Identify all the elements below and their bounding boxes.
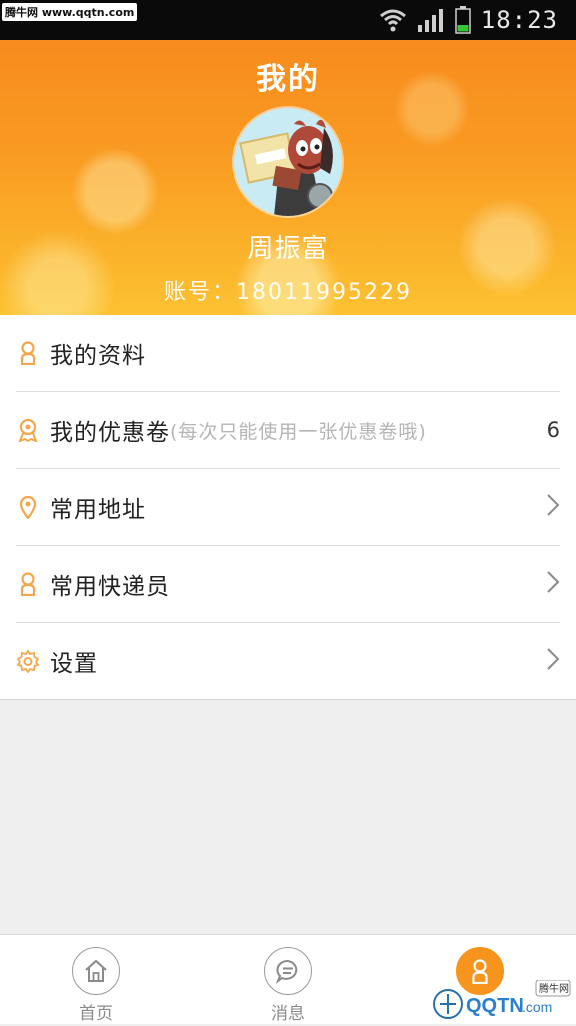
- location-pin-icon: [16, 495, 40, 519]
- chevron-right-icon: [546, 647, 560, 675]
- nav-label: 首页: [79, 1004, 113, 1024]
- menu-item-my-profile[interactable]: 我的资料: [16, 315, 560, 392]
- gear-icon: [16, 649, 40, 673]
- menu-item-label: 我的优惠卷: [50, 420, 170, 446]
- user-name: 周振富: [247, 234, 329, 264]
- coupon-count: 6: [546, 418, 560, 442]
- watermark-logo-text: QQTN: [466, 995, 524, 1017]
- menu-item-label: 设置: [50, 651, 98, 677]
- menu-item-label: 我的资料: [50, 343, 146, 369]
- status-bar: 腾牛网 www.qqtn.com 18:23: [0, 0, 576, 40]
- page-title: 我的: [256, 62, 320, 97]
- account-line: 账号：18011995229: [0, 274, 576, 306]
- person-icon: [16, 341, 40, 365]
- watermark-label: 腾牛网 www.qqtn.com: [2, 3, 138, 21]
- qqtn-watermark-logo: QQTN .com 腾牛网: [432, 979, 572, 1022]
- menu-item-addresses[interactable]: 常用地址: [16, 469, 560, 546]
- menu-item-couriers[interactable]: 常用快递员: [16, 546, 560, 623]
- menu-item-settings[interactable]: 设置: [16, 623, 560, 699]
- wifi-icon: [379, 6, 407, 34]
- avatar[interactable]: [234, 108, 342, 216]
- watermark-logo-suffix: .com: [522, 999, 552, 1015]
- battery-icon: [455, 6, 471, 34]
- profile-header: 我的 周振富 账号：18011995229: [0, 40, 576, 315]
- account-number: 18011995229: [236, 280, 412, 305]
- coupon-note: (每次只能使用一张优惠卷哦): [170, 420, 427, 443]
- badge-icon: [16, 418, 40, 442]
- person-icon: [16, 572, 40, 596]
- signal-icon: [417, 7, 445, 33]
- menu-list: 我的资料 我的优惠卷 (每次只能使用一张优惠卷哦) 6 常用地址 常用快递员 设…: [0, 315, 576, 700]
- chevron-right-icon: [546, 493, 560, 521]
- menu-item-my-coupons[interactable]: 我的优惠卷 (每次只能使用一张优惠卷哦) 6: [16, 392, 560, 469]
- nav-item-messages[interactable]: 消息: [192, 935, 384, 1024]
- nav-label: 消息: [271, 1004, 305, 1024]
- menu-item-label: 常用地址: [50, 497, 146, 523]
- nav-item-home[interactable]: 首页: [0, 935, 192, 1024]
- watermark-logo-tag: 腾牛网: [539, 982, 569, 995]
- chevron-right-icon: [546, 570, 560, 598]
- menu-item-label: 常用快递员: [50, 574, 170, 600]
- status-time: 18:23: [480, 6, 558, 34]
- chat-bubble-icon: [264, 947, 312, 995]
- home-icon: [72, 947, 120, 995]
- account-label: 账号：: [164, 280, 237, 305]
